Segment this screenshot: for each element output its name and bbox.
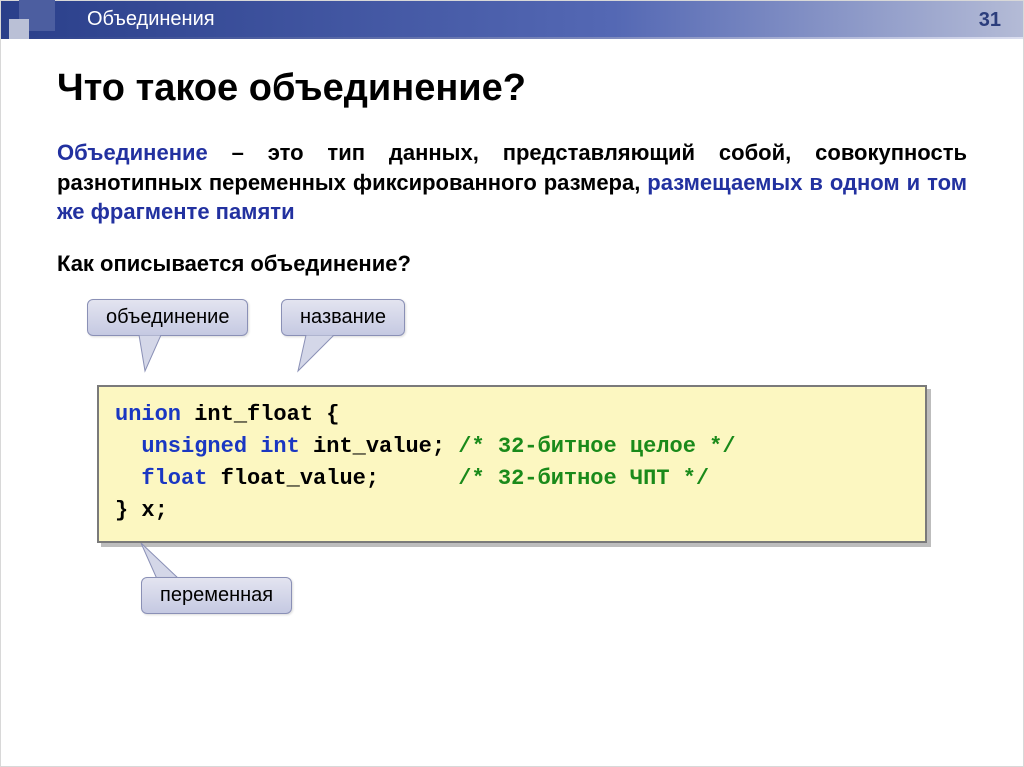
definition-term: Объединение bbox=[57, 140, 208, 165]
callout-name-tail-icon bbox=[296, 335, 346, 375]
code-line3-pad bbox=[379, 466, 458, 491]
definition-text: Объединение – это тип данных, представля… bbox=[57, 138, 967, 227]
callout-row-top: объединение название bbox=[1, 299, 1023, 359]
code-line2-rest: int_value; bbox=[300, 434, 458, 459]
header-underline bbox=[1, 37, 1023, 39]
logo-icon bbox=[9, 0, 65, 47]
page-title: Что такое объединение? bbox=[57, 67, 1023, 110]
page-number: 31 bbox=[979, 9, 1001, 32]
header-bar: Объединения 31 bbox=[1, 1, 1023, 37]
code-line3-rest: float_value; bbox=[207, 466, 379, 491]
code-kw-float: float bbox=[141, 466, 207, 491]
code-line1-rest: int_float { bbox=[181, 402, 339, 427]
code-comment-2: /* 32-битное ЧПТ */ bbox=[458, 466, 709, 491]
callout-row-bottom: переменная bbox=[1, 543, 1023, 633]
slide: Объединения 31 Что такое объединение? Об… bbox=[0, 0, 1024, 767]
callout-union: объединение bbox=[87, 299, 248, 336]
code-kw-union: union bbox=[115, 402, 181, 427]
code-line4: } x; bbox=[115, 498, 168, 523]
callout-name: название bbox=[281, 299, 405, 336]
code-comment-1: /* 32-битное целое */ bbox=[458, 434, 735, 459]
callout-union-tail-icon bbox=[131, 335, 171, 375]
callout-variable: переменная bbox=[141, 577, 292, 614]
code-kw-unsigned-int: unsigned int bbox=[141, 434, 299, 459]
code-block: union int_float { unsigned int int_value… bbox=[97, 385, 927, 543]
section-title: Объединения bbox=[87, 8, 215, 31]
sub-question: Как описывается объединение? bbox=[57, 251, 1023, 277]
